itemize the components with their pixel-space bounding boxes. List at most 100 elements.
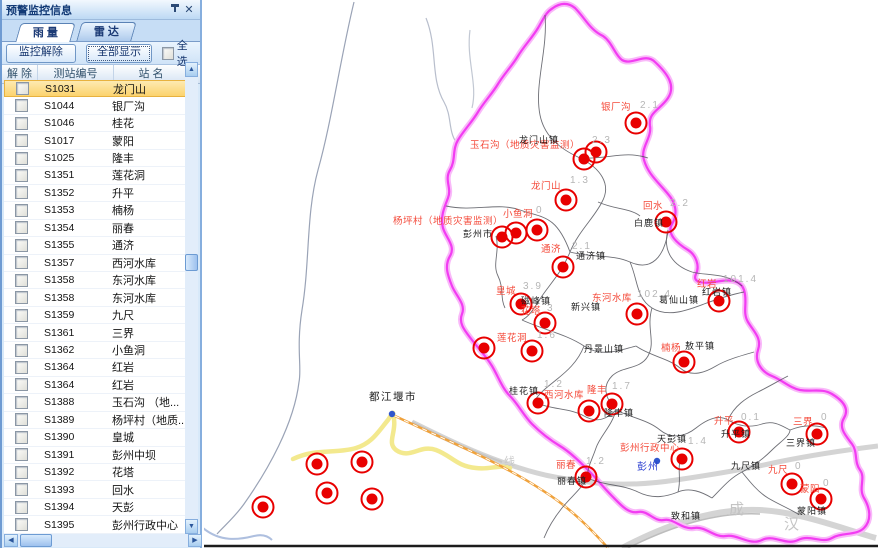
station-marker[interactable] (492, 227, 513, 248)
scroll-left-button[interactable]: ◀ (4, 534, 18, 547)
station-marker[interactable] (307, 454, 328, 475)
station-marker[interactable] (362, 489, 383, 510)
release-checkbox[interactable] (15, 204, 28, 217)
station-marker[interactable] (317, 483, 338, 504)
tab-rainfall[interactable]: 雨 量 (15, 23, 76, 42)
table-row[interactable]: S1046桂花 (4, 115, 189, 132)
map-label-num: 3.9 (523, 281, 543, 292)
station-name: 升平 (112, 185, 189, 201)
table-row[interactable]: S1391彭州中坝 (4, 447, 189, 464)
release-monitoring-button[interactable]: 监控解除 (6, 44, 76, 63)
release-checkbox[interactable] (15, 99, 28, 112)
table-row[interactable]: S1359九尺 (4, 307, 189, 324)
station-id: S1044 (38, 100, 112, 112)
close-icon[interactable]: ✕ (182, 3, 196, 16)
station-id: S1390 (38, 431, 112, 443)
table-row[interactable]: S1364红岩 (4, 359, 189, 376)
release-checkbox[interactable] (15, 256, 28, 269)
release-checkbox[interactable] (15, 448, 28, 461)
table-row[interactable]: S1352升平 (4, 185, 189, 202)
table-row[interactable]: S1354丽春 (4, 220, 189, 237)
tab-radar[interactable]: 雷 达 (76, 22, 137, 41)
station-id: S1017 (38, 135, 112, 147)
release-checkbox[interactable] (15, 483, 28, 496)
table-row[interactable]: S1353楠杨 (4, 202, 189, 219)
station-marker[interactable] (253, 497, 274, 518)
table-row[interactable]: S1364红岩 (4, 377, 189, 394)
table-row[interactable]: S1393回水 (4, 481, 189, 498)
map-area[interactable]: 银厂沟玉石沟（地质灾害监测）龙门山回水杨坪村（地质灾害监测）小鱼洞通济皇城花塔莲… (204, 0, 878, 548)
station-marker[interactable] (556, 190, 577, 211)
release-checkbox[interactable] (15, 239, 28, 252)
station-id: S1361 (38, 327, 112, 339)
release-checkbox[interactable] (15, 186, 28, 199)
map-label-num: 0.1 (741, 412, 761, 423)
map-label-st: 西河水库 (544, 389, 584, 401)
release-checkbox[interactable] (15, 291, 28, 304)
station-id: S1025 (38, 152, 112, 164)
release-checkbox[interactable] (16, 82, 29, 95)
table-row[interactable]: S1044银厂沟 (4, 97, 189, 114)
table-row[interactable]: S1392花塔 (4, 464, 189, 481)
station-marker[interactable] (352, 452, 373, 473)
release-checkbox[interactable] (15, 169, 28, 182)
table-row[interactable]: S1394天彭 (4, 499, 189, 516)
table-row[interactable]: S1389杨坪村（地质... (4, 412, 189, 429)
table-row[interactable]: S1358东河水库 (4, 289, 189, 306)
map-label-town: 蒙阳镇 (797, 505, 827, 516)
scroll-up-button[interactable]: ▲ (185, 62, 198, 77)
release-checkbox[interactable] (15, 274, 28, 287)
map-label-num: 1.6 (537, 330, 557, 341)
release-checkbox[interactable] (15, 309, 28, 322)
table-row[interactable]: S1388玉石沟 （地... (4, 394, 189, 411)
release-checkbox[interactable] (15, 431, 28, 444)
release-checkbox[interactable] (15, 134, 28, 147)
map-label-num: 2.2 (670, 198, 690, 209)
table-row[interactable]: S1395彭州行政中心 (4, 516, 189, 533)
station-marker[interactable] (626, 113, 647, 134)
table-row[interactable]: S1031龙门山 (4, 80, 189, 97)
pin-icon[interactable] (168, 3, 182, 16)
release-checkbox[interactable] (15, 501, 28, 514)
table-row[interactable]: S1355通济 (4, 237, 189, 254)
show-all-button[interactable]: 全部显示 (86, 44, 152, 63)
table-row[interactable]: S1357西河水库 (4, 255, 189, 272)
map-label-city: 都江堰市 (369, 390, 417, 403)
table-row[interactable]: S1358东河水库 (4, 272, 189, 289)
horizontal-scrollbar[interactable]: ◀ ▶ (4, 534, 202, 547)
station-id: S1362 (38, 344, 112, 356)
scroll-down-button[interactable]: ▼ (185, 519, 198, 534)
station-marker[interactable] (506, 223, 527, 244)
select-all-checkbox[interactable] (162, 47, 174, 60)
station-marker[interactable] (674, 352, 695, 373)
release-checkbox[interactable] (15, 221, 28, 234)
horizontal-scroll-thumb[interactable] (20, 534, 52, 547)
table-row[interactable]: S1017蒙阳 (4, 132, 189, 149)
table-row[interactable]: S1362小鱼洞 (4, 342, 189, 359)
station-marker[interactable] (553, 257, 574, 278)
vertical-scrollbar[interactable]: ▲ ▼ (185, 62, 198, 534)
map-label-town: 通济镇 (576, 250, 606, 261)
release-checkbox[interactable] (15, 344, 28, 357)
station-name: 丽春 (112, 220, 189, 236)
map-label-blue: 彭州 (637, 460, 659, 473)
release-checkbox[interactable] (15, 117, 28, 130)
release-checkbox[interactable] (15, 361, 28, 374)
release-checkbox[interactable] (15, 326, 28, 339)
vertical-scroll-thumb[interactable] (185, 254, 198, 271)
map-label-st: 小鱼洞 (503, 208, 533, 220)
release-checkbox[interactable] (15, 396, 28, 409)
release-checkbox[interactable] (15, 152, 28, 165)
station-marker[interactable] (627, 304, 648, 325)
table-row[interactable]: S1361三界 (4, 324, 189, 341)
table-row[interactable]: S1390皇城 (4, 429, 189, 446)
release-checkbox[interactable] (15, 378, 28, 391)
release-checkbox[interactable] (15, 413, 28, 426)
table-row[interactable]: S1351莲花洞 (4, 167, 189, 184)
station-marker[interactable] (527, 220, 548, 241)
release-checkbox[interactable] (15, 518, 28, 531)
release-checkbox[interactable] (15, 466, 28, 479)
table-row[interactable]: S1025隆丰 (4, 150, 189, 167)
station-name: 花塔 (112, 464, 189, 480)
scroll-right-button[interactable]: ▶ (188, 534, 202, 547)
